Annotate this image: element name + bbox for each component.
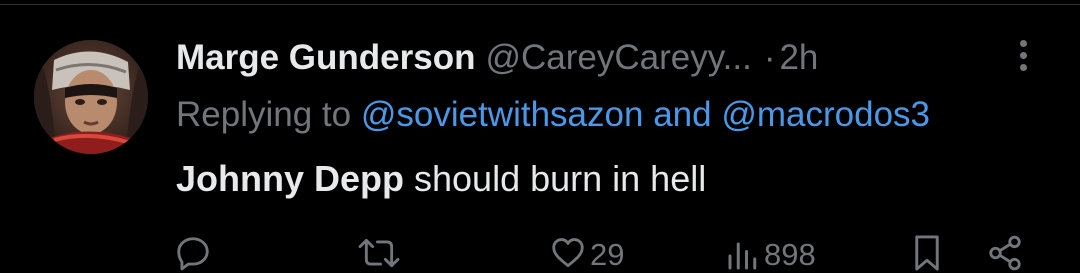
mention-link-2[interactable]: @macrodos3	[721, 95, 930, 134]
views-count: 898	[764, 237, 816, 272]
like-button[interactable]: 29	[548, 232, 638, 272]
retweet-button[interactable]	[356, 232, 404, 272]
tweet-header: Marge Gunderson @CareyCareyy... · 2h	[176, 36, 818, 80]
timestamp[interactable]: 2h	[779, 38, 818, 77]
top-divider	[0, 4, 1080, 5]
reply-icon	[177, 237, 209, 271]
replying-to-line: Replying to @sovietwithsazon and @macrod…	[176, 93, 1080, 137]
like-count: 29	[590, 237, 625, 272]
bookmark-icon	[915, 235, 939, 271]
mention-link-1[interactable]: @sovietwithsazon	[361, 95, 644, 134]
share-icon	[989, 235, 1021, 271]
display-name[interactable]: Marge Gunderson	[176, 38, 475, 77]
avatar-image	[34, 40, 148, 154]
user-handle[interactable]: @CareyCareyy...	[485, 38, 751, 77]
retweet-icon	[358, 238, 400, 268]
tweet-text: Johnny Depp should burn in hell	[176, 156, 706, 202]
separator-dot: ·	[763, 38, 776, 77]
avatar[interactable]	[34, 40, 148, 154]
reply-button[interactable]	[174, 232, 214, 272]
more-options-icon[interactable]	[1012, 38, 1036, 74]
action-bar: 29 898	[0, 232, 1080, 272]
tweet-text-bold: Johnny Depp	[176, 158, 405, 199]
heart-icon	[552, 238, 584, 268]
replying-to-label: Replying to	[176, 95, 352, 134]
replying-joiner: and	[653, 95, 712, 134]
share-button[interactable]	[986, 232, 1026, 272]
views-button[interactable]: 898	[724, 232, 832, 272]
bookmark-button[interactable]	[912, 232, 944, 272]
tweet-text-rest: should burn in hell	[404, 158, 707, 199]
views-bar-chart-icon	[728, 242, 757, 270]
